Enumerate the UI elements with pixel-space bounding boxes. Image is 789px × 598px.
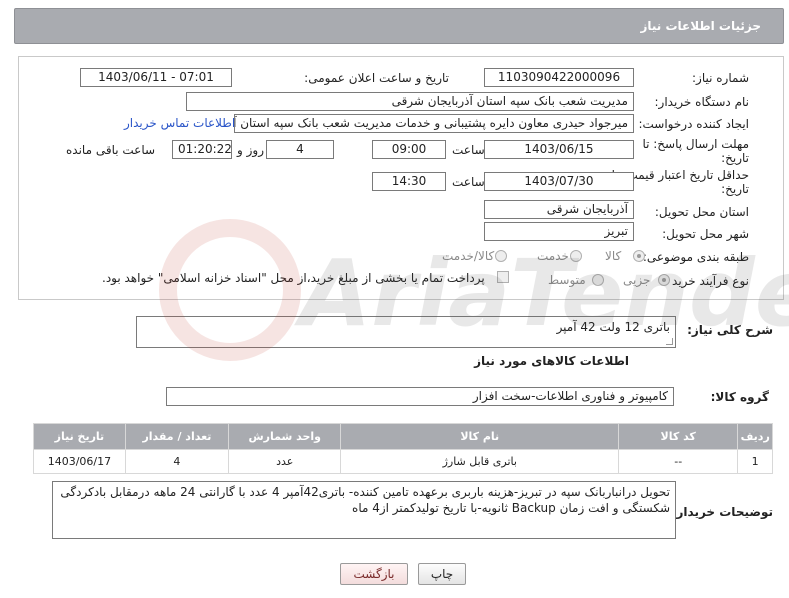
cell-code: -- — [618, 449, 739, 474]
print-button[interactable]: چاپ — [418, 563, 466, 585]
cell-qty: 4 — [124, 449, 230, 474]
remaining-label: ساعت باقی مانده — [66, 143, 156, 157]
category-radio-goods-service[interactable] — [495, 250, 507, 262]
price-validity-date-field: 1403/07/30 — [484, 172, 634, 191]
buyer-notes-label: توضیحات خریدار: — [671, 505, 773, 519]
col-code: کد کالا — [618, 423, 739, 450]
cell-row: 1 — [737, 449, 773, 474]
price-validity-time-label: ساعت — [452, 175, 485, 189]
days-label: روز و — [237, 143, 264, 157]
reply-time-label: ساعت — [452, 143, 485, 157]
category-option-goods-service: کالا/خدمت — [442, 249, 495, 263]
buyer-org-label: نام دستگاه خریدار: — [654, 95, 750, 109]
delivery-city-field: تبریز — [484, 222, 634, 241]
summary-field: باتری 12 ولت 42 آمپر — [136, 316, 676, 348]
table-row: 1 -- باتری قابل شارژ عدد 4 1403/06/17 — [33, 449, 773, 474]
summary-label: شرح کلی نیاز: — [687, 323, 773, 337]
goods-info-title: اطلاعات کالاهای مورد نیاز — [474, 354, 629, 368]
requester-field: میرجواد حیدری معاون دایره پشتیبانی و خدم… — [234, 114, 634, 133]
panel-header: جزئیات اطلاعات نیاز — [14, 8, 784, 44]
cell-unit: عدد — [228, 449, 342, 474]
treasury-payment-note: پرداخت تمام یا بخشی از مبلغ خرید،از محل … — [102, 271, 485, 285]
category-option-service: خدمت — [537, 249, 569, 263]
buyer-notes-field: تحویل درانباربانک سپه در تبریز-هزینه بار… — [52, 481, 676, 539]
buyer-notes-text: تحویل درانباربانک سپه در تبریز-هزینه بار… — [60, 485, 670, 515]
announce-datetime-label: تاریخ و ساعت اعلان عمومی: — [304, 71, 449, 85]
process-radio-medium[interactable] — [592, 274, 604, 286]
need-number-field: 1103090422000096 — [484, 68, 634, 87]
col-qty: تعداد / مقدار — [124, 423, 230, 450]
buyer-org-field: مدیریت شعب بانک سپه استان آذربایجان شرقی — [186, 92, 634, 111]
resize-handle-icon[interactable] — [666, 338, 673, 345]
reply-date-field: 1403/06/15 — [484, 140, 634, 159]
announce-datetime-field: 1403/06/11 - 07:01 — [80, 68, 232, 87]
summary-text: باتری 12 ولت 42 آمپر — [556, 320, 670, 334]
page-title: جزئیات اطلاعات نیاز — [640, 19, 761, 33]
requester-label: ایجاد کننده درخواست: — [638, 117, 749, 131]
process-option-minor: جزیی — [623, 273, 651, 287]
category-label: طبقه بندی موضوعی: — [642, 250, 749, 264]
goods-group-field: کامپیوتر و فناوری اطلاعات-سخت افزار — [166, 387, 674, 406]
delivery-province-label: استان محل تحویل: — [654, 205, 749, 219]
days-field: 4 — [266, 140, 334, 159]
goods-group-label: گروه کالا: — [710, 390, 769, 404]
delivery-city-label: شهر محل تحویل: — [662, 227, 749, 241]
col-date: تاریخ نیاز — [33, 423, 126, 450]
process-radio-minor[interactable] — [658, 274, 670, 286]
category-radio-service[interactable] — [570, 250, 582, 262]
category-option-goods: کالا — [605, 249, 622, 263]
cell-name: باتری قابل شارژ — [340, 449, 620, 474]
process-option-medium: متوسط — [548, 273, 586, 287]
table-header-row: ردیف کد کالا نام کالا واحد شمارش تعداد /… — [33, 423, 773, 450]
items-table: ردیف کد کالا نام کالا واحد شمارش تعداد /… — [33, 423, 773, 474]
reply-deadline-label: مهلت ارسال پاسخ: تا تاریخ: — [642, 137, 749, 165]
buyer-contact-link[interactable]: اطلاعات تماس خریدار — [124, 116, 235, 130]
remaining-time-field: 01:20:22 — [172, 140, 232, 159]
col-row: ردیف — [737, 423, 773, 450]
price-validity-time-field: 14:30 — [372, 172, 446, 191]
process-type-label: نوع فرآیند خرید : — [664, 274, 749, 288]
cell-date: 1403/06/17 — [33, 449, 126, 474]
category-radio-goods[interactable] — [633, 250, 645, 262]
need-number-label: شماره نیاز: — [692, 71, 749, 85]
back-button[interactable]: بازگشت — [340, 563, 408, 585]
delivery-province-field: آذربایجان شرقی — [484, 200, 634, 219]
col-unit: واحد شمارش — [228, 423, 342, 450]
reply-time-field: 09:00 — [372, 140, 446, 159]
col-name: نام کالا — [340, 423, 620, 450]
treasury-payment-checkbox[interactable] — [497, 271, 509, 283]
